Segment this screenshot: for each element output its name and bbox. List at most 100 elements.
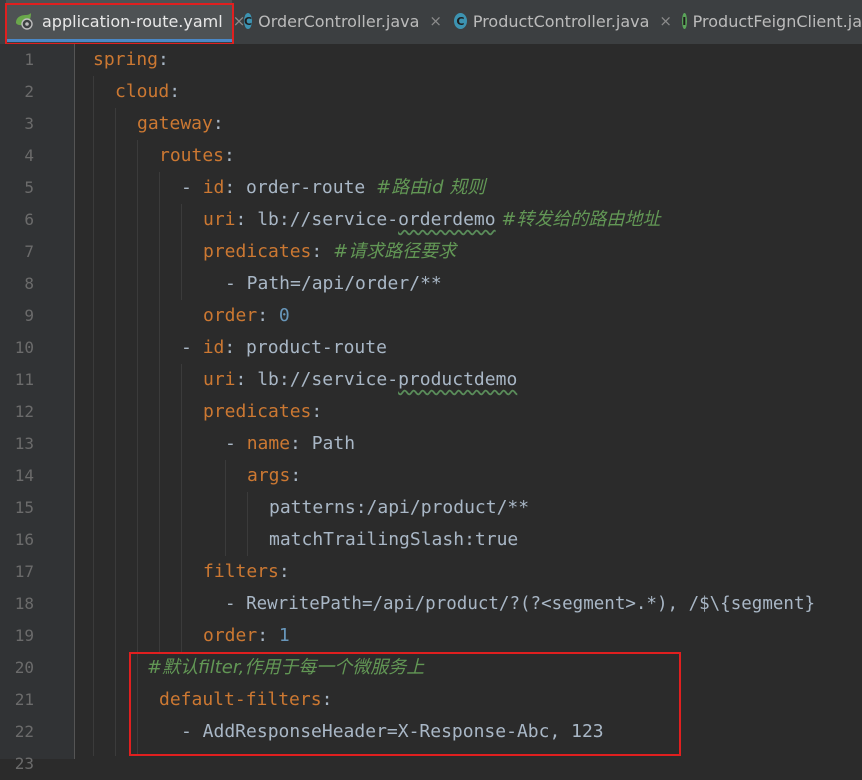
- tab-label: application-route.yaml: [42, 11, 223, 31]
- code-line-16: matchTrailingSlash:true: [269, 524, 518, 556]
- yaml-value: : order-route: [224, 177, 377, 198]
- editor-tab-bar: application-route.yaml × C OrderControll…: [0, 0, 862, 45]
- code-line-2: cloud:: [115, 76, 180, 108]
- line-number: 5: [24, 178, 34, 197]
- yaml-value: - AddResponseHeader=X-Response-Abc, 123: [181, 721, 604, 742]
- code-line-6: uri: lb://service-orderdemo #转发给的路由地址: [203, 204, 660, 236]
- code-line-8: - Path=/api/order/**: [225, 268, 442, 300]
- line-number: 17: [14, 562, 34, 581]
- yaml-key: cloud: [115, 81, 170, 102]
- tab-product-controller[interactable]: C ProductController.java ×: [446, 0, 672, 42]
- indent-guide: [181, 364, 182, 652]
- yaml-value: : lb://service-: [235, 209, 399, 230]
- code-line-5: - id: order-route #路由id 规则: [181, 172, 485, 204]
- code-line-11: uri: lb://service-productdemo: [203, 364, 517, 396]
- yaml-comment: #路由id 规则: [376, 177, 486, 198]
- line-number: 19: [14, 626, 34, 645]
- line-number: 6: [24, 210, 34, 229]
- code-line-9: order: 0: [203, 300, 290, 332]
- yaml-value-misspelled: orderdemo: [398, 209, 496, 230]
- yaml-value: : Path: [290, 433, 356, 454]
- yaml-key: predicates: [203, 241, 312, 262]
- code-line-4: routes:: [159, 140, 235, 172]
- code-line-3: gateway:: [137, 108, 224, 140]
- yaml-comment: #请求路径要求: [333, 241, 457, 262]
- yaml-colon: :: [224, 145, 235, 166]
- code-line-18: - RewritePath=/api/product/?(?<segment>.…: [225, 588, 815, 620]
- yaml-key: name: [246, 433, 291, 454]
- line-number: 9: [24, 306, 34, 325]
- yaml-key: args: [247, 465, 291, 486]
- line-number: 14: [14, 466, 34, 485]
- yaml-number: 0: [278, 305, 290, 326]
- code-line-22: - AddResponseHeader=X-Response-Abc, 123: [181, 716, 604, 748]
- yaml-key: id: [202, 177, 225, 198]
- yaml-spring-icon: [14, 12, 36, 30]
- code-line-10: - id: product-route: [181, 332, 387, 364]
- yaml-colon: :: [321, 689, 333, 710]
- yaml-colon: :: [212, 113, 224, 134]
- yaml-key: order: [203, 305, 258, 326]
- class-icon: C: [244, 13, 253, 29]
- yaml-colon: :: [158, 49, 169, 70]
- line-number: 3: [24, 114, 34, 133]
- yaml-colon: :: [311, 241, 334, 262]
- indent-guide: [93, 76, 94, 756]
- indent-guide: [115, 108, 116, 756]
- indent-guide: [181, 204, 182, 300]
- yaml-dash: -: [225, 433, 247, 454]
- yaml-value: - Path=/api/order/**: [225, 273, 442, 294]
- code-editor[interactable]: spring: cloud: gateway: routes: - id: or…: [75, 44, 862, 759]
- tab-product-feign-client[interactable]: I ProductFeignClient.ja: [674, 0, 862, 42]
- line-number: 13: [14, 434, 34, 453]
- indent-guide: [159, 172, 160, 652]
- yaml-key: filters: [203, 561, 279, 582]
- yaml-colon: :: [257, 625, 279, 646]
- interface-icon: I: [682, 13, 687, 29]
- tab-order-controller[interactable]: C OrderController.java ×: [236, 0, 442, 42]
- code-line-14: args:: [247, 460, 301, 492]
- line-number: 7: [24, 242, 34, 261]
- yaml-dash: -: [181, 337, 203, 358]
- yaml-comment: #转发给的路由地址: [495, 209, 661, 230]
- yaml-key: id: [202, 337, 225, 358]
- tab-label: OrderController.java: [258, 11, 420, 31]
- tab-label: ProductController.java: [472, 11, 650, 31]
- tab-application-route-yaml[interactable]: application-route.yaml ×: [6, 0, 245, 42]
- yaml-key: predicates: [203, 401, 312, 422]
- line-number: 20: [14, 658, 34, 677]
- line-number: 18: [14, 594, 34, 613]
- line-number: 4: [24, 146, 34, 165]
- yaml-value-misspelled: productdemo: [398, 369, 518, 390]
- code-line-20: #默认filter,作用于每一个微服务上: [147, 652, 424, 684]
- close-icon[interactable]: ×: [429, 12, 442, 30]
- yaml-colon: :: [278, 561, 290, 582]
- line-number: 12: [14, 402, 34, 421]
- line-number: 22: [14, 722, 34, 741]
- code-line-15: patterns:/api/product/**: [269, 492, 529, 524]
- close-icon[interactable]: ×: [659, 12, 672, 30]
- yaml-key: uri: [203, 369, 236, 390]
- active-tab-indicator: [6, 39, 232, 42]
- indent-guide: [225, 460, 226, 556]
- code-line-7: predicates: #请求路径要求: [203, 236, 456, 268]
- line-number-gutter: 1 2 3 4 5 6 7 8 9 10 11 12 13 14 15 16 1…: [0, 44, 88, 773]
- code-line-17: filters:: [203, 556, 290, 588]
- yaml-value: : lb://service-: [235, 369, 399, 390]
- line-number: 15: [14, 498, 34, 517]
- yaml-key: gateway: [137, 113, 213, 134]
- yaml-number: 1: [278, 625, 290, 646]
- code-line-19: order: 1: [203, 620, 290, 652]
- yaml-key: default-filters: [159, 689, 322, 710]
- line-number: 10: [14, 338, 34, 357]
- line-number: 11: [14, 370, 34, 389]
- code-line-13: - name: Path: [225, 428, 355, 460]
- code-line-12: predicates:: [203, 396, 322, 428]
- line-number: 21: [14, 690, 34, 709]
- indent-guide: [137, 140, 138, 756]
- yaml-value: matchTrailingSlash:true: [269, 529, 519, 550]
- yaml-dash: -: [181, 177, 203, 198]
- yaml-colon: :: [169, 81, 181, 102]
- indent-guide: [247, 492, 248, 556]
- yaml-colon: :: [257, 305, 279, 326]
